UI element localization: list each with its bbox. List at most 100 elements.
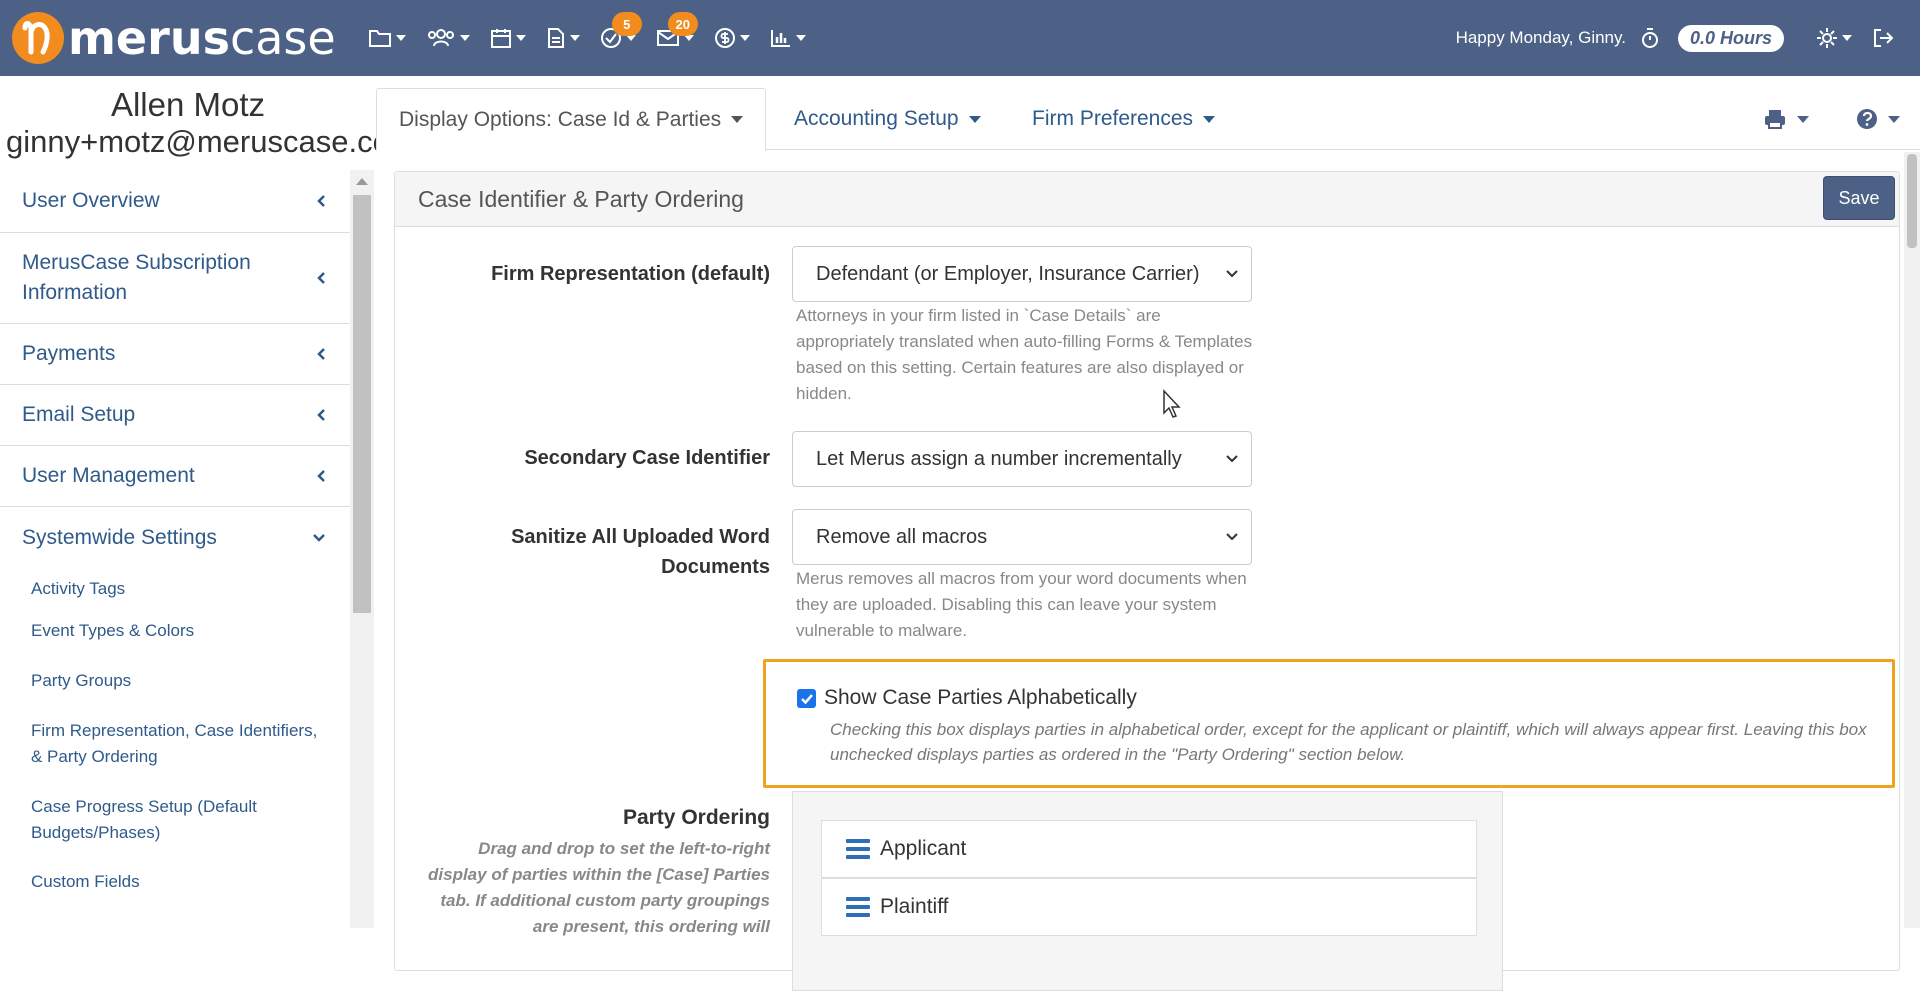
sidebar-subitem-activity-tags[interactable]: Activity Tags [0,568,350,618]
firm-representation-label: Firm Representation (default) [491,263,770,285]
question-circle-icon [1857,109,1877,129]
chevron-down-icon [968,115,981,123]
secondary-case-identifier-label: Secondary Case Identifier [524,447,770,469]
sidebar-subitem-event-types[interactable]: Event Types & Colors [0,618,350,668]
sidebar-subitem-party-groups[interactable]: Party Groups [0,668,350,718]
tab-label: Display Options: Case Id & Parties [399,107,722,131]
sidebar-subitem-custom-fields[interactable]: Custom Fields [0,869,350,909]
save-button[interactable]: Save [1823,176,1895,220]
greeting-text: Happy Monday, Ginny. [1455,28,1626,47]
subitem-label: Custom Fields [31,872,140,891]
party-label: Applicant [880,837,967,860]
cases-menu-button[interactable] [358,18,416,58]
tab-firm-preferences[interactable]: Firm Preferences [1032,88,1216,150]
print-menu-button[interactable] [1763,88,1809,150]
chevron-left-icon [317,470,325,482]
show-parties-alphabetically-checkbox[interactable] [797,689,816,708]
sidebar: User Overview MerusCase Subscription Inf… [0,170,350,928]
show-parties-alphabetically-section: Show Case Parties Alphabetically Checkin… [763,659,1895,788]
mouse-cursor-icon [1163,389,1181,418]
top-navbar: meruscase 5 20 Happy Monday, Ginny. 0.0 … [0,0,1920,76]
sidebar-item-user-management[interactable]: User Management [0,446,350,507]
main-scrollbar[interactable] [1904,152,1920,928]
tasks-count-badge: 5 [611,12,642,36]
sidebar-scrollbar-thumb[interactable] [353,195,371,613]
settings-tabs: Display Options: Case Id & Parties Accou… [376,88,1920,151]
sidebar-item-label: Email Setup [22,403,136,426]
firm-representation-help: Attorneys in your firm listed in `Case D… [796,306,1253,403]
chevron-down-icon [1203,115,1216,123]
chevron-down-icon [569,35,580,41]
sidebar-item-label: Payments [22,342,116,365]
subitem-label: Event Types & Colors [31,621,195,640]
scroll-up-arrow-icon[interactable] [356,178,368,185]
billing-menu-button[interactable] [704,18,760,58]
sidebar-item-systemwide-settings[interactable]: Systemwide Settings [0,507,350,568]
show-parties-alphabetically-label[interactable]: Show Case Parties Alphabetically [824,686,1137,710]
sidebar-scrollbar[interactable] [350,170,374,928]
show-parties-alphabetically-help: Checking this box displays parties in al… [830,720,1867,764]
firm-representation-select[interactable]: Defendant (or Employer, Insurance Carrie… [792,246,1252,302]
dollar-circle-icon [714,28,735,48]
messages-count-badge: 20 [667,12,698,36]
settings-menu-button[interactable] [1806,18,1862,58]
sign-out-icon [1874,29,1894,47]
subitem-label: Firm Representation, Case Identifiers, &… [31,721,318,766]
party-ordering-list: Applicant Plaintiff [792,791,1503,991]
chevron-down-icon [459,35,470,41]
stopwatch-icon[interactable] [1640,27,1660,49]
chevron-down-icon [1797,115,1809,123]
chevron-down-icon [739,35,750,41]
sidebar-item-payments[interactable]: Payments [0,324,350,385]
chevron-down-icon [1888,115,1900,123]
documents-menu-button[interactable] [536,18,590,58]
secondary-case-identifier-select[interactable]: Let Merus assign a number incrementally [792,431,1252,487]
subitem-label: Case Progress Setup (Default Budgets/Pha… [31,797,257,842]
party-ordering-item-plaintiff[interactable]: Plaintiff [821,878,1477,936]
gear-icon [1817,28,1837,48]
reports-menu-button[interactable] [760,18,816,58]
tab-accounting-setup[interactable]: Accounting Setup [794,88,981,150]
meruscase-logo[interactable]: meruscase [12,0,336,76]
main-scrollbar-thumb[interactable] [1907,154,1917,248]
messages-menu-button[interactable]: 20 [646,12,704,58]
subitem-label: Party Groups [31,671,132,690]
tab-label: Accounting Setup [794,107,959,130]
select-value: Remove all macros [816,525,988,548]
chevron-down-icon [395,35,406,41]
chevron-down-icon [731,116,744,123]
bar-chart-icon [770,30,790,47]
tab-display-options[interactable]: Display Options: Case Id & Parties [376,88,767,151]
sidebar-item-user-overview[interactable]: User Overview [0,170,350,233]
document-icon [547,28,564,48]
help-menu-button[interactable] [1856,88,1900,150]
checkmark-icon [800,693,813,704]
chevron-left-icon [317,272,325,284]
panel-header: Case Identifier & Party Ordering Save [395,172,1899,227]
tasks-menu-button[interactable]: 5 [590,12,646,58]
sidebar-subitem-case-progress[interactable]: Case Progress Setup (Default Budgets/Pha… [0,794,350,869]
sanitize-documents-select[interactable]: Remove all macros [792,509,1252,565]
party-ordering-item-applicant[interactable]: Applicant [821,820,1477,878]
calendar-menu-button[interactable] [480,18,536,58]
chevron-down-icon [1226,533,1238,541]
hours-timer-pill[interactable]: 0.0 Hours [1677,24,1784,52]
sanitize-documents-label: Sanitize All Uploaded Word Documents [511,526,770,578]
calendar-icon [490,29,511,48]
sidebar-item-subscription[interactable]: MerusCase Subscription Information [0,233,350,324]
chevron-down-icon [795,35,806,41]
sidebar-item-label: User Overview [22,189,160,212]
top-right-controls: Happy Monday, Ginny. 0.0 Hours [1456,0,1920,76]
panel-title: Case Identifier & Party Ordering [418,185,744,212]
sidebar-item-label: Systemwide Settings [22,525,217,549]
sidebar-item-email-setup[interactable]: Email Setup [0,385,350,446]
user-name: Allen Motz [110,86,266,123]
sidebar-subitem-firm-representation[interactable]: Firm Representation, Case Identifiers, &… [0,718,350,794]
sidebar-item-label: User Management [22,464,195,487]
party-ordering-label: Party Ordering [622,806,770,829]
contacts-menu-button[interactable] [416,18,480,58]
drag-handle-icon[interactable] [846,897,870,917]
chevron-down-icon [313,533,325,542]
drag-handle-icon[interactable] [846,839,870,859]
logout-button[interactable] [1862,18,1906,58]
